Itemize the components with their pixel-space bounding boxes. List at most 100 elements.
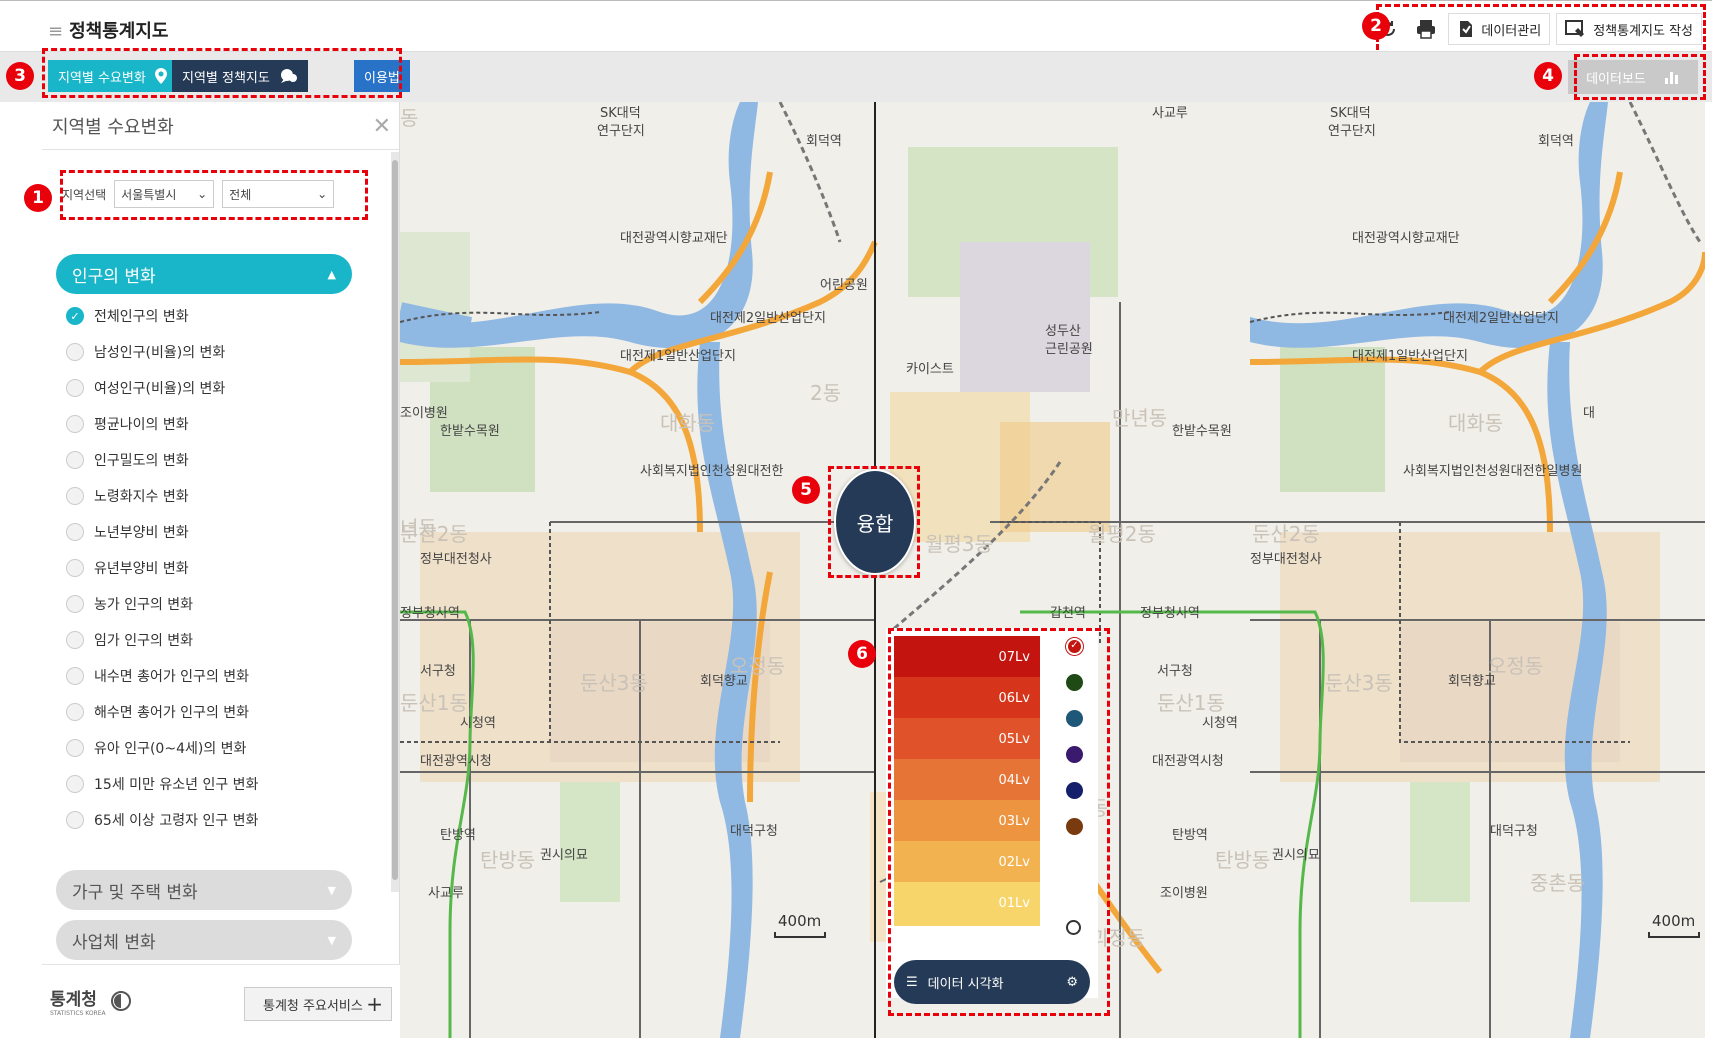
left-map-label: 권시의묘	[540, 848, 588, 863]
radio-icon[interactable]	[66, 487, 84, 505]
annotation-badge-4: 4	[1534, 62, 1562, 90]
annotation-badge-3: 3	[6, 62, 34, 90]
right-map-label: 대덕구청	[1490, 824, 1538, 839]
annotation-badge-2: 2	[1362, 12, 1390, 40]
indicator-item[interactable]: 유년부양비 변화	[66, 550, 258, 586]
left-map-label: 정부대전청사	[420, 552, 492, 567]
right-map-label: 둔산3동	[1325, 671, 1393, 695]
panel-scrollbar[interactable]	[391, 152, 399, 892]
indicator-label: 노령화지수 변화	[94, 489, 189, 505]
left-map-label: 한밭수목원	[440, 424, 500, 439]
indicator-item[interactable]: 65세 이상 고령자 인구 변화	[66, 802, 258, 838]
indicator-item[interactable]: 여성인구(비율)의 변화	[66, 370, 258, 406]
radio-icon[interactable]	[66, 667, 84, 685]
indicator-item[interactable]: ✓ 전체인구의 변화	[66, 298, 258, 334]
accordion-business-label: 사업체 변화	[72, 932, 156, 953]
right-map-label: 만년동	[1112, 406, 1168, 430]
radio-icon[interactable]	[66, 739, 84, 757]
radio-icon[interactable]	[66, 595, 84, 613]
indicator-label: 65세 이상 고령자 인구 변화	[94, 813, 259, 829]
right-map-label: 시청역	[1202, 716, 1238, 731]
radio-icon[interactable]	[66, 811, 84, 829]
right-map-label: 사교루	[1152, 106, 1188, 121]
indicator-item[interactable]: 노령화지수 변화	[66, 478, 258, 514]
indicator-label: 임가 인구의 변화	[94, 633, 194, 649]
indicator-item[interactable]: 임가 인구의 변화	[66, 622, 258, 658]
scrollbar-thumb[interactable]	[392, 160, 398, 880]
indicator-item[interactable]: 남성인구(비율)의 변화	[66, 334, 258, 370]
indicator-item[interactable]: 내수면 총어가 인구의 변화	[66, 658, 258, 694]
left-map-label: 서구청	[420, 664, 456, 679]
indicator-item[interactable]: 평균나이의 변화	[66, 406, 258, 442]
indicator-item[interactable]: 노년부양비 변화	[66, 514, 258, 550]
right-map-label: 오정동	[1488, 654, 1544, 678]
right-map-label: 탄방동	[1215, 848, 1271, 872]
right-map-label: 대화동	[1448, 411, 1504, 435]
indicator-label: 유년부양비 변화	[94, 561, 189, 577]
radio-icon[interactable]	[66, 379, 84, 397]
annotation-box-4	[1574, 54, 1706, 100]
indicator-label: 노년부양비 변화	[94, 525, 189, 541]
radio-icon[interactable]	[66, 775, 84, 793]
right-map-label: 대전광역시향교재단	[1352, 231, 1460, 246]
right-map-label: 갑천역	[1050, 606, 1086, 621]
radio-icon[interactable]	[66, 523, 84, 541]
scale-left-text: 400m	[778, 912, 822, 930]
radio-icon[interactable]	[66, 415, 84, 433]
indicator-label: 내수면 총어가 인구의 변화	[94, 669, 250, 685]
logo-subtext: STATISTICS KOREA	[50, 1010, 106, 1017]
indicator-label: 남성인구(비율)의 변화	[94, 345, 226, 361]
indicator-item[interactable]: 15세 미만 유소년 인구 변화	[66, 766, 258, 802]
left-map-label: 대전광역시청	[420, 754, 492, 769]
left-map-label: 대덕구청	[730, 824, 778, 839]
accordion-business[interactable]: 사업체 변화 ▼	[56, 920, 352, 960]
radio-icon[interactable]	[66, 343, 84, 361]
indicator-label: 15세 미만 유소년 인구 변화	[94, 777, 259, 793]
menu-icon[interactable]: ≡	[48, 21, 63, 42]
indicator-label: 인구밀도의 변화	[94, 453, 189, 469]
scale-bar-left: 400m	[774, 912, 826, 938]
radio-icon[interactable]	[66, 703, 84, 721]
indicator-item[interactable]: 유아 인구(0~4세)의 변화	[66, 730, 258, 766]
main-services-label: 통계청 주요서비스	[263, 998, 363, 1014]
app-title: ≡ 정책통계지도	[48, 17, 168, 43]
radio-icon[interactable]	[66, 559, 84, 577]
right-map-label: 2동	[810, 381, 842, 405]
accordion-population-label: 인구의 변화	[72, 266, 156, 287]
right-map-label: 탄방역	[1172, 828, 1208, 843]
radio-icon[interactable]	[66, 451, 84, 469]
logo-text: 통계청	[50, 990, 97, 1010]
check-circle-icon[interactable]: ✓	[66, 307, 84, 325]
left-map-label: 탄방역	[440, 828, 476, 843]
left-map-label: 연구단지	[597, 124, 645, 139]
main-services-button[interactable]: 통계청 주요서비스 +	[244, 987, 392, 1021]
left-map-label: 오정동	[730, 654, 786, 678]
close-icon[interactable]: ✕	[373, 114, 391, 139]
annotation-badge-6: 6	[848, 640, 876, 668]
annotation-box-6	[888, 628, 1110, 1016]
left-map-label: 조이병원	[400, 406, 448, 421]
right-map-label: 서구청	[1157, 664, 1193, 679]
indicator-item[interactable]: 인구밀도의 변화	[66, 442, 258, 478]
panel-header: 지역별 수요변화 ✕	[42, 102, 399, 150]
indicator-label: 평균나이의 변화	[94, 417, 189, 433]
chevron-up-icon: ▲	[327, 267, 336, 281]
left-map-label: 둔산1동	[400, 691, 468, 715]
annotation-box-5	[828, 466, 920, 578]
indicator-item[interactable]: 해수면 총어가 인구의 변화	[66, 694, 258, 730]
left-map-label: 시청역	[460, 716, 496, 731]
panel-footer: 통계청 STATISTICS KOREA 통계청 주요서비스 +	[42, 964, 400, 1040]
left-map-label: 사교루	[428, 886, 464, 901]
app-title-text: 정책통계지도	[69, 21, 169, 42]
indicator-item[interactable]: 농가 인구의 변화	[66, 586, 258, 622]
scale-bar-right: 400m	[1648, 912, 1700, 938]
annotation-badge-5: 5	[792, 476, 820, 504]
left-map-label: 대전제2일반산업단지	[710, 311, 826, 326]
chevron-down-icon: ▼	[327, 933, 336, 947]
scale-left-bar	[774, 932, 826, 938]
accordion-household[interactable]: 가구 및 주택 변화 ▼	[56, 870, 352, 910]
annotation-badge-1: 1	[24, 184, 52, 212]
right-map-label: 카이스트	[906, 362, 954, 377]
accordion-population[interactable]: 인구의 변화 ▲	[56, 254, 352, 294]
radio-icon[interactable]	[66, 631, 84, 649]
